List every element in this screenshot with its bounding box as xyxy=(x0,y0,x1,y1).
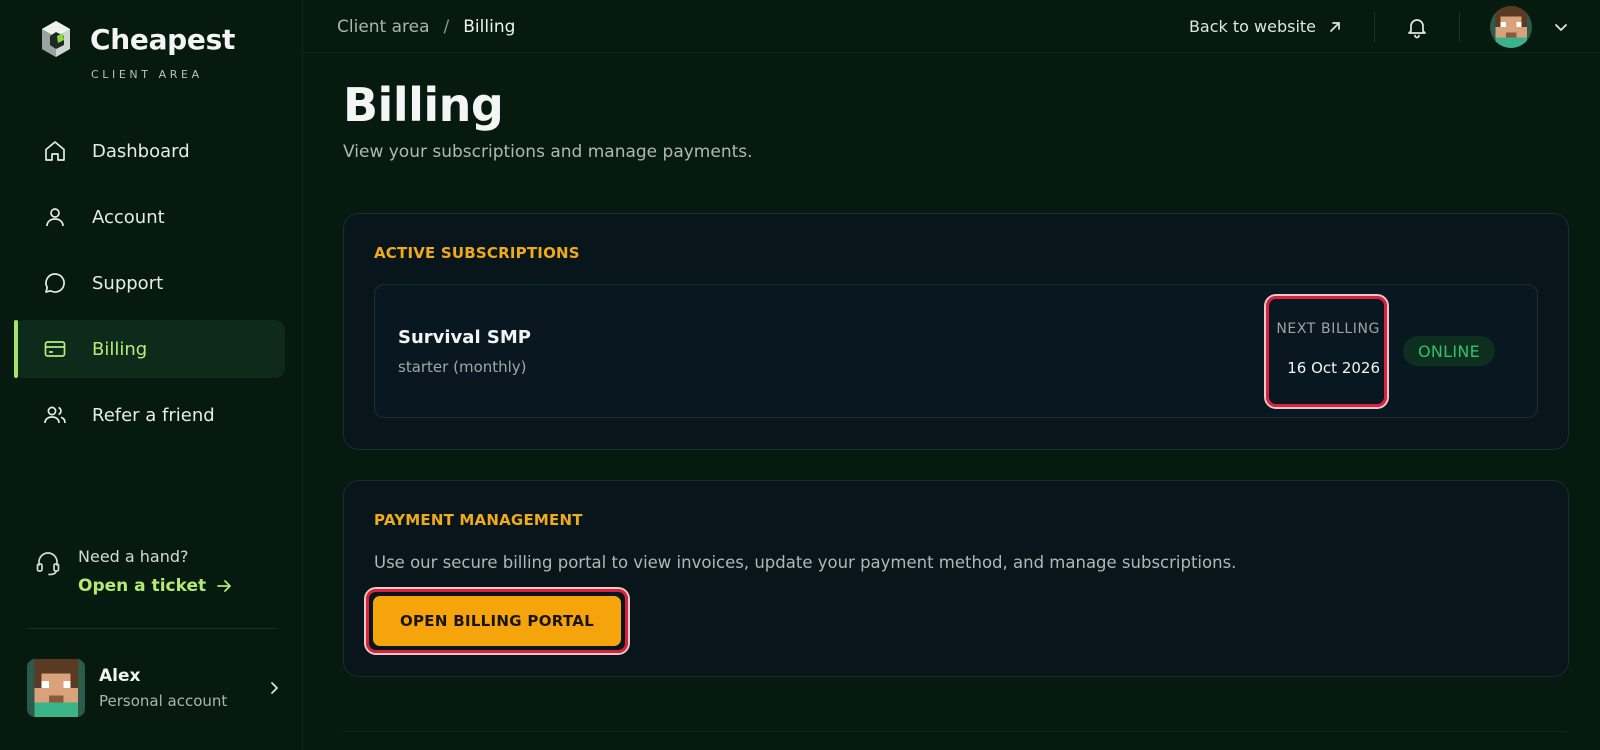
active-subscriptions-heading: ACTIVE SUBSCRIPTIONS xyxy=(374,244,580,262)
user-icon xyxy=(42,204,68,230)
avatar xyxy=(27,659,85,717)
breadcrumb-root[interactable]: Client area xyxy=(337,17,430,37)
payment-description: Use our secure billing portal to view in… xyxy=(374,553,1237,572)
chevron-down-icon[interactable] xyxy=(1552,18,1570,36)
breadcrumb-separator: / xyxy=(443,17,450,37)
arrow-right-icon xyxy=(217,580,232,592)
sidebar-item-dashboard[interactable]: Dashboard xyxy=(14,122,285,180)
subscription-name: Survival SMP xyxy=(398,327,531,348)
sidebar-item-account[interactable]: Account xyxy=(14,188,285,246)
credit-card-icon xyxy=(42,336,68,362)
sidebar-item-label: Dashboard xyxy=(92,140,190,162)
notifications-bell-icon[interactable] xyxy=(1405,15,1429,39)
topbar-divider xyxy=(1374,11,1375,42)
profile-subtitle: Personal account xyxy=(99,692,228,710)
help-section: Need a hand? Open a ticket xyxy=(34,547,232,596)
content-divider xyxy=(343,731,1566,732)
sidebar-item-support[interactable]: Support xyxy=(14,254,285,312)
next-billing-box: NEXT BILLING 16 Oct 2026 xyxy=(1266,296,1387,407)
topbar: Client area / Billing Back to website xyxy=(303,0,1600,53)
sidebar-item-label: Support xyxy=(92,272,164,294)
brand-logo-icon xyxy=(42,21,70,57)
subscription-row[interactable]: Survival SMP starter (monthly) NEXT BILL… xyxy=(374,284,1538,418)
sidebar-nav: Dashboard Account Support Billing Refer … xyxy=(14,122,285,452)
external-arrow-icon xyxy=(1330,21,1340,32)
page-title: Billing xyxy=(343,78,504,132)
brand-subtitle: CLIENT AREA xyxy=(91,68,203,81)
users-icon xyxy=(42,402,68,428)
sidebar-item-label: Billing xyxy=(92,338,148,360)
main-content: Client area / Billing Back to website Bi… xyxy=(303,0,1600,750)
brand-name: Cheapest xyxy=(90,22,236,56)
open-ticket-label: Open a ticket xyxy=(78,576,207,596)
open-billing-portal-button[interactable]: OPEN BILLING PORTAL xyxy=(373,596,621,646)
home-icon xyxy=(42,138,68,164)
sidebar-item-refer[interactable]: Refer a friend xyxy=(14,386,285,444)
help-title: Need a hand? xyxy=(78,547,189,566)
user-avatar-button[interactable] xyxy=(1490,5,1532,48)
breadcrumb: Client area / Billing xyxy=(337,17,515,37)
chat-bubble-icon xyxy=(42,270,68,296)
active-subscriptions-card: ACTIVE SUBSCRIPTIONS Survival SMP starte… xyxy=(343,213,1569,450)
breadcrumb-current: Billing xyxy=(463,17,516,37)
chevron-right-icon xyxy=(271,682,278,694)
open-ticket-link[interactable]: Open a ticket xyxy=(78,576,232,596)
profile-switcher[interactable]: Alex Personal account xyxy=(27,659,282,717)
status-badge: ONLINE xyxy=(1403,336,1496,366)
profile-name: Alex xyxy=(99,666,141,686)
topbar-divider xyxy=(1459,11,1460,42)
payment-management-heading: PAYMENT MANAGEMENT xyxy=(374,511,583,529)
sidebar: Cheapest CLIENT AREA Dashboard Account S… xyxy=(0,0,303,750)
payment-management-card: PAYMENT MANAGEMENT Use our secure billin… xyxy=(343,480,1569,677)
back-to-website-label: Back to website xyxy=(1188,17,1316,36)
headset-icon xyxy=(36,552,60,576)
back-to-website-link[interactable]: Back to website xyxy=(1189,17,1342,36)
billing-portal-highlight: OPEN BILLING PORTAL xyxy=(366,589,628,653)
sidebar-divider xyxy=(28,628,276,629)
sidebar-item-label: Refer a friend xyxy=(92,404,215,426)
next-billing-label: NEXT BILLING xyxy=(1276,321,1380,337)
page-subtitle: View your subscriptions and manage payme… xyxy=(343,142,753,162)
next-billing-date: 16 Oct 2026 xyxy=(1287,359,1380,377)
brand[interactable]: Cheapest CLIENT AREA xyxy=(40,20,235,81)
sidebar-item-billing[interactable]: Billing xyxy=(14,320,285,378)
sidebar-item-label: Account xyxy=(92,206,165,228)
subscription-plan: starter (monthly) xyxy=(398,358,527,376)
